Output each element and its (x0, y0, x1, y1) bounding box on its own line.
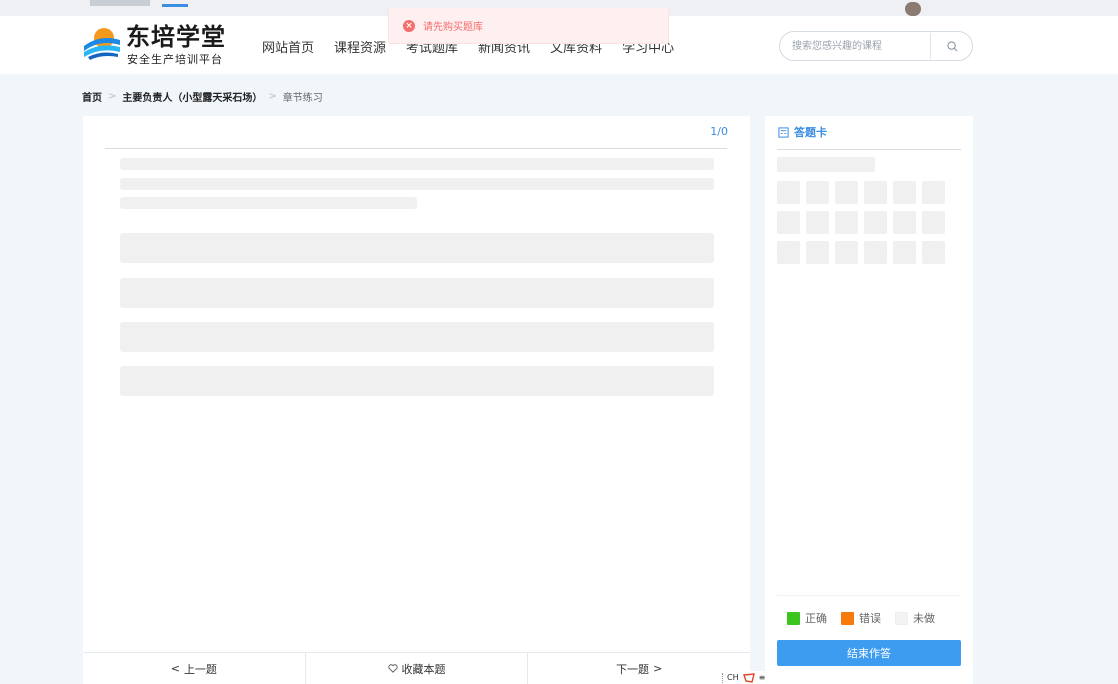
answer-cell[interactable] (864, 211, 887, 234)
option-placeholder[interactable] (120, 278, 714, 308)
legend-correct: 正确 (787, 610, 827, 626)
legend-label: 错误 (859, 612, 881, 625)
next-question-button[interactable]: 下一题 > (528, 653, 750, 684)
top-strip-link[interactable] (162, 4, 188, 7)
chevron-right-icon: > (653, 662, 663, 675)
card-divider (777, 149, 961, 150)
answer-cell[interactable] (893, 211, 916, 234)
answer-cell[interactable] (922, 211, 945, 234)
search-button[interactable] (931, 32, 973, 60)
nav-item-courses[interactable]: 课程资源 (334, 37, 386, 56)
legend-label: 未做 (913, 612, 935, 625)
answer-card-label: 答题卡 (794, 126, 827, 139)
answer-cell[interactable] (806, 241, 829, 264)
nav-item-home[interactable]: 网站首页 (262, 37, 314, 56)
heart-icon (387, 664, 398, 673)
answer-cell[interactable] (835, 241, 858, 264)
legend-unanswered: 未做 (895, 610, 935, 626)
end-answering-button[interactable]: 结束作答 (777, 640, 961, 666)
answer-cell[interactable] (922, 181, 945, 204)
breadcrumb: 首页 > 主要负责人（小型露天采石场） > 章节练习 (82, 89, 323, 104)
ime-toolbar[interactable]: CH ≡ (720, 671, 768, 684)
answer-cell[interactable] (835, 211, 858, 234)
answer-cell[interactable] (806, 211, 829, 234)
favorite-question-label: 收藏本题 (401, 662, 446, 676)
top-strip-text (90, 0, 150, 6)
next-question-label: 下一题 (616, 662, 650, 676)
question-text-placeholder (120, 158, 714, 170)
logo-icon (84, 28, 120, 60)
ime-logo-icon (742, 672, 755, 683)
answer-card-title: 答题卡 (778, 124, 827, 140)
answer-cell[interactable] (893, 181, 916, 204)
option-placeholder[interactable] (120, 322, 714, 352)
answer-cell[interactable] (835, 181, 858, 204)
site-logo[interactable]: 东培学堂 安全生产培训平台 (82, 23, 232, 66)
answer-cell[interactable] (777, 181, 800, 204)
answer-cell[interactable] (777, 241, 800, 264)
search-box (779, 31, 973, 61)
question-text-placeholder (120, 197, 417, 209)
error-toast: × 请先购买题库 (388, 8, 669, 44)
answer-cell[interactable] (777, 211, 800, 234)
chevron-right-icon: > (108, 91, 117, 102)
option-placeholder[interactable] (120, 366, 714, 396)
ime-handle[interactable] (722, 672, 723, 683)
search-input[interactable] (792, 38, 932, 54)
legend-swatch (895, 611, 908, 625)
breadcrumb-home[interactable]: 首页 (82, 89, 102, 104)
chevron-left-icon: < (170, 662, 180, 675)
ime-menu-icon[interactable]: ≡ (759, 673, 766, 682)
answer-cell[interactable] (893, 241, 916, 264)
prev-question-button[interactable]: < 上一题 (83, 653, 306, 684)
answer-legend: 正确 错误 未做 (787, 610, 941, 626)
question-panel: 1/0 < 上一题 收藏本题 下一题 > (83, 116, 750, 684)
option-placeholder[interactable] (120, 233, 714, 263)
breadcrumb-category[interactable]: 主要负责人（小型露天采石场） (122, 89, 262, 104)
legend-swatch (841, 611, 854, 625)
answer-card: 答题卡 正确 错误 未做 结束作答 (765, 116, 973, 684)
question-text-placeholder (120, 178, 714, 190)
answer-cell[interactable] (922, 241, 945, 264)
ime-language[interactable]: CH (727, 673, 739, 682)
breadcrumb-current: 章节练习 (282, 93, 323, 104)
calculator-icon (778, 126, 789, 138)
error-icon: × (403, 19, 415, 32)
answer-cell[interactable] (806, 181, 829, 204)
panel-divider (105, 148, 727, 149)
legend-wrong: 错误 (841, 610, 881, 626)
chevron-right-icon: > (268, 91, 277, 102)
answer-cell[interactable] (864, 181, 887, 204)
legend-label: 正确 (805, 612, 827, 625)
favorite-question-button[interactable]: 收藏本题 (306, 653, 529, 684)
user-avatar[interactable] (905, 2, 921, 16)
card-footer-divider (777, 595, 961, 596)
brand-name: 东培学堂 (126, 23, 226, 51)
prev-question-label: 上一题 (183, 662, 217, 676)
answer-grid (777, 181, 961, 264)
question-counter: 1/0 (710, 125, 728, 138)
answer-cell[interactable] (864, 241, 887, 264)
brand-slogan: 安全生产培训平台 (127, 53, 223, 66)
search-icon (946, 40, 957, 51)
legend-swatch (787, 611, 800, 625)
card-heading-placeholder (777, 157, 875, 172)
toast-message: 请先购买题库 (423, 22, 483, 33)
question-nav-bar: < 上一题 收藏本题 下一题 > (83, 652, 750, 684)
